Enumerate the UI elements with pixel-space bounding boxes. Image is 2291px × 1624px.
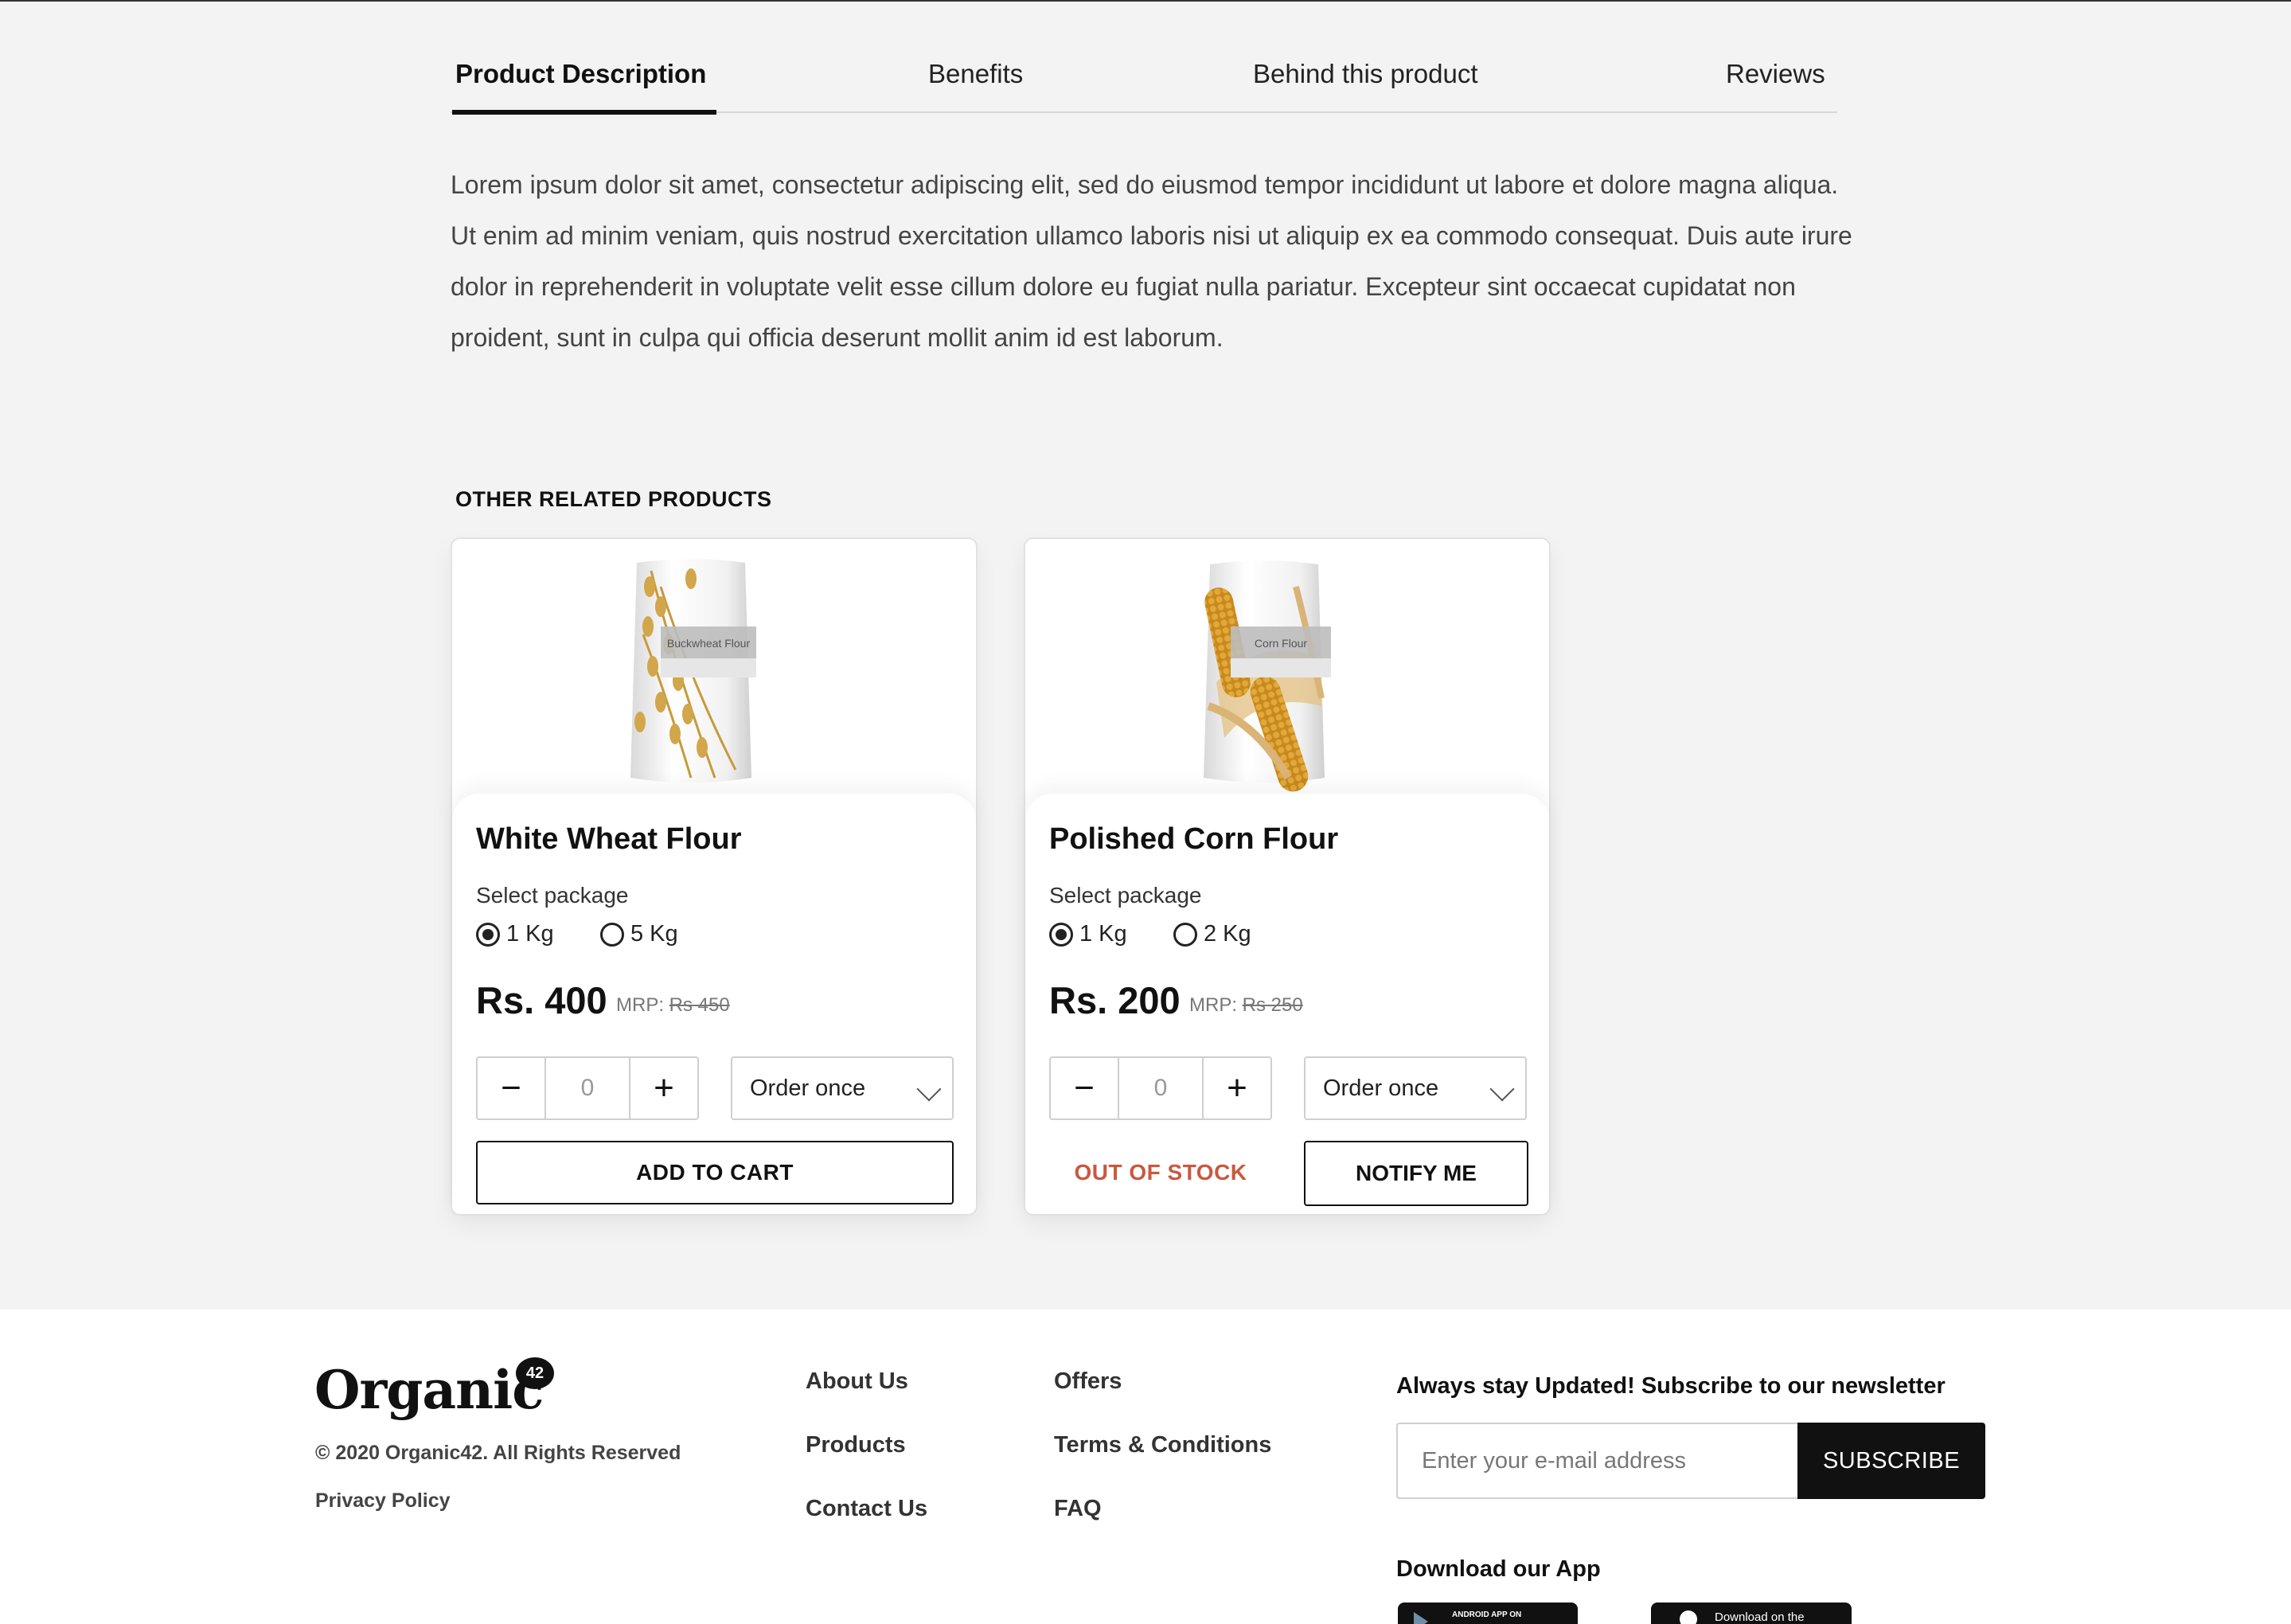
- tab-label: Behind this product: [1253, 59, 1478, 88]
- subscribe-button[interactable]: SUBSCRIBE: [1797, 1423, 1985, 1499]
- package-option-1kg[interactable]: 1 Kg: [476, 921, 554, 947]
- package-option-1kg[interactable]: 1 Kg: [1049, 921, 1127, 947]
- product-tabs: Product Description Benefits Behind this…: [451, 56, 1837, 115]
- footer-link-faq[interactable]: FAQ: [1054, 1496, 1102, 1522]
- apple-icon: [1680, 1610, 1697, 1624]
- product-name[interactable]: Polished Corn Flour: [1049, 822, 1338, 857]
- add-to-cart-button[interactable]: ADD TO CART: [476, 1141, 954, 1204]
- logo-badge: 42: [516, 1357, 554, 1389]
- badge-label: Download on the: [1715, 1610, 1805, 1624]
- mrp: MRP: Rs 250: [1189, 994, 1303, 1017]
- email-input[interactable]: Enter your e-mail address: [1396, 1423, 1797, 1499]
- newsletter-title: Always stay Updated! Subscribe to our ne…: [1396, 1373, 1946, 1399]
- tab-behind-this-product[interactable]: Behind this product: [1253, 59, 1478, 89]
- package-option-5kg[interactable]: 5 Kg: [600, 921, 678, 947]
- quantity-value[interactable]: 0: [1118, 1058, 1204, 1118]
- product-description-text: Lorem ipsum dolor sit amet, consectetur …: [451, 170, 1852, 352]
- product-card: Corn Flour Polished Corn Flour Select pa…: [1024, 537, 1551, 1216]
- google-play-badge[interactable]: ANDROID APP ON: [1398, 1603, 1578, 1624]
- mrp: MRP: Rs 450: [616, 994, 730, 1017]
- app-store-badge[interactable]: Download on the: [1651, 1603, 1852, 1624]
- play-store-icon: [1414, 1612, 1428, 1624]
- option-label: 2 Kg: [1204, 921, 1251, 947]
- plus-icon: +: [1227, 1068, 1247, 1107]
- product-price: Rs. 400: [476, 979, 607, 1021]
- product-card-body: Polished Corn Flour Select package 1 Kg …: [1025, 794, 1549, 1214]
- option-label: 5 Kg: [630, 921, 678, 947]
- package-option-2kg[interactable]: 2 Kg: [1173, 921, 1251, 947]
- badge-label: ANDROID APP ON: [1452, 1610, 1522, 1619]
- tab-product-description[interactable]: Product Description: [455, 59, 706, 89]
- plus-icon: +: [654, 1068, 674, 1107]
- tab-label: Reviews: [1726, 59, 1825, 88]
- mrp-label: MRP:: [616, 994, 664, 1016]
- privacy-policy-link[interactable]: Privacy Policy: [315, 1489, 451, 1513]
- product-image[interactable]: Corn Flour: [1025, 539, 1549, 794]
- top-border: [0, 0, 2291, 2]
- footer-link-offers[interactable]: Offers: [1054, 1368, 1122, 1395]
- brand-logo[interactable]: Organic: [314, 1359, 544, 1421]
- select-package-label: Select package: [1049, 883, 1202, 908]
- svg-text:Corn Flour: Corn Flour: [1255, 637, 1307, 650]
- chevron-down-icon: [1489, 1076, 1515, 1102]
- active-tab-underline: [452, 110, 716, 115]
- footer-link-terms[interactable]: Terms & Conditions: [1054, 1432, 1271, 1458]
- decrease-quantity-button[interactable]: −: [1051, 1058, 1118, 1118]
- radio-selected-icon: [1049, 922, 1073, 947]
- minus-icon: −: [501, 1068, 521, 1107]
- radio-unselected-icon: [1173, 922, 1197, 947]
- product-card-body: White Wheat Flour Select package 1 Kg 5 …: [452, 794, 976, 1214]
- increase-quantity-button[interactable]: +: [1204, 1058, 1270, 1118]
- order-frequency-select[interactable]: Order once: [731, 1056, 954, 1120]
- select-package-label: Select package: [476, 883, 629, 908]
- increase-quantity-button[interactable]: +: [630, 1058, 697, 1118]
- notify-me-button[interactable]: NOTIFY ME: [1304, 1141, 1528, 1206]
- mrp-label: MRP:: [1189, 994, 1237, 1016]
- download-app-title: Download our App: [1396, 1556, 1601, 1582]
- mrp-value: Rs 250: [1242, 994, 1303, 1016]
- tab-label: Product Description: [455, 59, 707, 88]
- quantity-stepper: − 0 +: [476, 1056, 699, 1120]
- footer: Organic 42 © 2020 Organic42. All Rights …: [0, 1310, 2291, 1624]
- quantity-value[interactable]: 0: [544, 1058, 630, 1118]
- order-frequency-value: Order once: [1323, 1075, 1439, 1101]
- footer-link-contact-us[interactable]: Contact Us: [806, 1496, 927, 1522]
- tab-benefits[interactable]: Benefits: [928, 59, 1023, 89]
- related-products-title: OTHER RELATED PRODUCTS: [455, 487, 772, 511]
- order-frequency-value: Order once: [750, 1075, 866, 1101]
- decrease-quantity-button[interactable]: −: [478, 1058, 544, 1118]
- option-label: 1 Kg: [506, 921, 554, 947]
- radio-unselected-icon: [600, 922, 624, 947]
- quantity-stepper: − 0 +: [1049, 1056, 1272, 1120]
- out-of-stock-label: OUT OF STOCK: [1074, 1160, 1247, 1185]
- footer-link-about-us[interactable]: About Us: [806, 1368, 908, 1395]
- product-price: Rs. 200: [1049, 979, 1181, 1021]
- product-card: Buckwheat Flour White Wheat Flour Select…: [451, 537, 978, 1216]
- mrp-value: Rs 450: [669, 994, 730, 1016]
- tab-reviews[interactable]: Reviews: [1726, 59, 1825, 89]
- footer-link-products[interactable]: Products: [806, 1432, 906, 1458]
- product-image[interactable]: Buckwheat Flour: [452, 539, 976, 794]
- product-name[interactable]: White Wheat Flour: [476, 822, 742, 857]
- copyright-text: © 2020 Organic42. All Rights Reserved: [315, 1442, 681, 1464]
- option-label: 1 Kg: [1079, 921, 1127, 947]
- order-frequency-select[interactable]: Order once: [1304, 1056, 1527, 1120]
- chevron-down-icon: [916, 1076, 942, 1102]
- minus-icon: −: [1074, 1068, 1095, 1107]
- radio-selected-icon: [476, 922, 500, 947]
- svg-text:Buckwheat Flour: Buckwheat Flour: [667, 637, 751, 650]
- tab-label: Benefits: [928, 59, 1024, 88]
